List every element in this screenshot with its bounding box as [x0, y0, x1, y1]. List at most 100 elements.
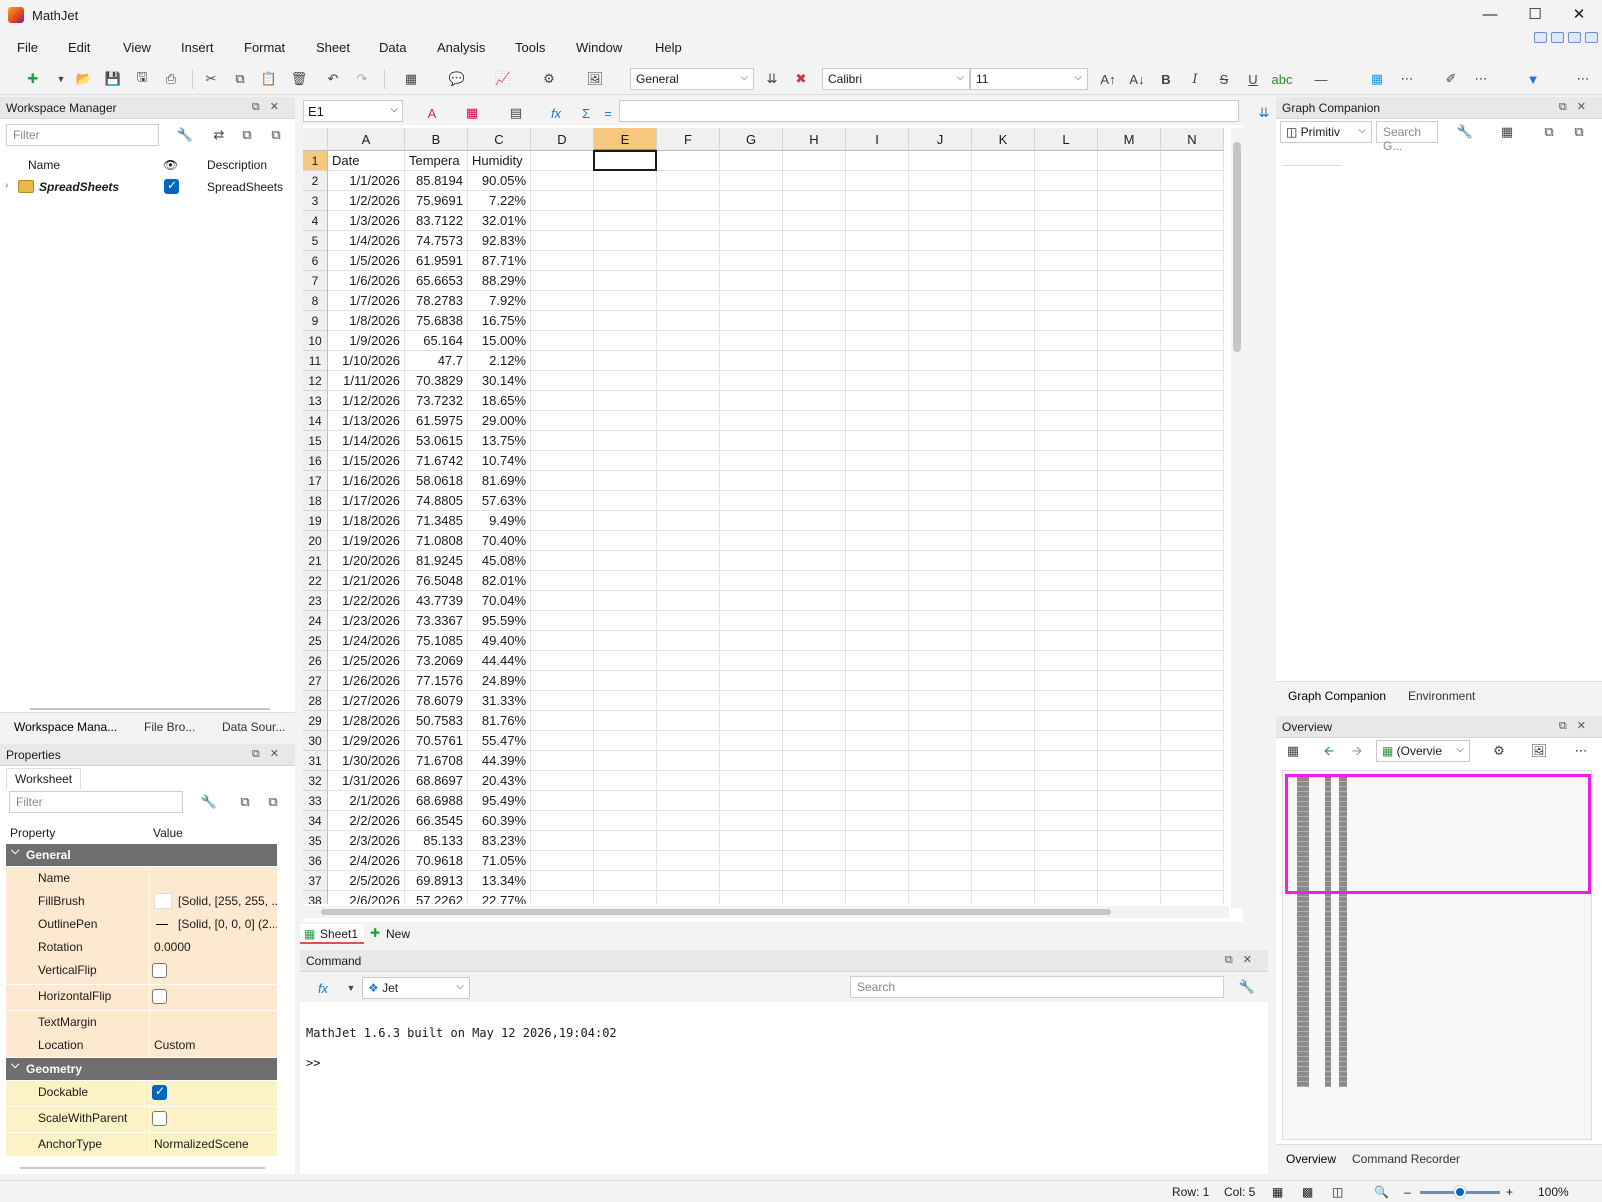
- cell[interactable]: 13.75%: [468, 431, 531, 451]
- cell[interactable]: 70.3829: [405, 371, 468, 391]
- cell[interactable]: 74.8805: [405, 491, 468, 511]
- column-header[interactable]: E: [594, 128, 657, 151]
- prop-horizontalflip[interactable]: HorizontalFlip: [6, 985, 277, 1010]
- expand-formula-icon[interactable]: ⇊: [1253, 103, 1275, 123]
- row-header[interactable]: 12: [303, 371, 328, 391]
- cell[interactable]: 1/31/2026: [328, 771, 405, 791]
- group-general[interactable]: General: [6, 844, 277, 866]
- column-header[interactable]: B: [405, 128, 468, 151]
- row-header[interactable]: 35: [303, 831, 328, 851]
- row-header[interactable]: 30: [303, 731, 328, 751]
- cell[interactable]: 30.14%: [468, 371, 531, 391]
- cell[interactable]: 31.33%: [468, 691, 531, 711]
- cell[interactable]: 65.164: [405, 331, 468, 351]
- row-header[interactable]: 37: [303, 871, 328, 891]
- command-prompt[interactable]: >>: [306, 1056, 320, 1070]
- panel-buttons[interactable]: ⧉✕: [1559, 719, 1596, 733]
- cell[interactable]: 2/1/2026: [328, 791, 405, 811]
- cell[interactable]: 1/9/2026: [328, 331, 405, 351]
- tab-overview[interactable]: Overview: [1286, 1152, 1336, 1166]
- cell[interactable]: 85.133: [405, 831, 468, 851]
- graph-search-input[interactable]: Search G...: [1376, 121, 1438, 153]
- bold-icon[interactable]: B: [1155, 69, 1177, 89]
- maximize-button[interactable]: ☐: [1512, 0, 1558, 30]
- cell[interactable]: 70.5761: [405, 731, 468, 751]
- cell[interactable]: 9.49%: [468, 511, 531, 531]
- row-header[interactable]: 34: [303, 811, 328, 831]
- tab-graph-companion[interactable]: Graph Companion: [1288, 689, 1386, 703]
- cell[interactable]: 73.3367: [405, 611, 468, 631]
- cell[interactable]: 16.75%: [468, 311, 531, 331]
- collapse-icon[interactable]: ⧉: [238, 126, 256, 144]
- wrench-icon[interactable]: 🔧: [1456, 123, 1474, 141]
- row-header[interactable]: 18: [303, 491, 328, 511]
- table-icon[interactable]: ▦: [400, 69, 422, 89]
- new-dropdown-icon[interactable]: ▼: [50, 69, 72, 89]
- italic-icon[interactable]: I: [1184, 69, 1206, 89]
- cell[interactable]: 22.77%: [468, 891, 531, 904]
- decimal-icon[interactable]: ⇊: [761, 69, 783, 89]
- tab-command-recorder[interactable]: Command Recorder: [1352, 1152, 1460, 1166]
- more-icon[interactable]: ⋯: [1470, 69, 1492, 89]
- close-window-button[interactable]: ✕: [1556, 0, 1602, 30]
- cell[interactable]: 58.0618: [405, 471, 468, 491]
- cell[interactable]: 70.04%: [468, 591, 531, 611]
- cell[interactable]: 15.00%: [468, 331, 531, 351]
- row-header[interactable]: 24: [303, 611, 328, 631]
- row-header[interactable]: 15: [303, 431, 328, 451]
- row-header[interactable]: 23: [303, 591, 328, 611]
- cell[interactable]: 76.5048: [405, 571, 468, 591]
- wrench-icon[interactable]: 🔧: [1238, 978, 1256, 996]
- zoom-out-button[interactable]: –: [1404, 1185, 1411, 1199]
- row-header[interactable]: 16: [303, 451, 328, 471]
- row-header[interactable]: 21: [303, 551, 328, 571]
- underline-icon[interactable]: U: [1242, 69, 1264, 89]
- function-icon[interactable]: fx: [545, 103, 567, 123]
- cell[interactable]: 75.9691: [405, 191, 468, 211]
- menu-tools[interactable]: Tools: [515, 40, 545, 55]
- cell[interactable]: 65.6653: [405, 271, 468, 291]
- vertical-scrollbar[interactable]: [1231, 128, 1243, 908]
- cell[interactable]: 95.49%: [468, 791, 531, 811]
- save-icon[interactable]: 💾: [102, 69, 124, 89]
- cell[interactable]: 1/17/2026: [328, 491, 405, 511]
- prop-outlinepen[interactable]: ›OutlinePen[Solid, [0, 0, 0] (2...: [6, 913, 277, 936]
- cell[interactable]: 7.22%: [468, 191, 531, 211]
- zoom-in-button[interactable]: +: [1506, 1185, 1513, 1199]
- cell[interactable]: 1/22/2026: [328, 591, 405, 611]
- row-header[interactable]: 38: [303, 891, 328, 904]
- prop-location[interactable]: Location Custom: [6, 1034, 277, 1057]
- collapse-icon[interactable]: ⧉: [1540, 123, 1558, 141]
- number-format-select[interactable]: General ⌵: [630, 68, 754, 90]
- column-header[interactable]: K: [972, 128, 1035, 151]
- row-header[interactable]: 22: [303, 571, 328, 591]
- cell[interactable]: 71.05%: [468, 851, 531, 871]
- sync-icon[interactable]: ⇄: [210, 126, 228, 144]
- cell[interactable]: 87.71%: [468, 251, 531, 271]
- save-all-icon[interactable]: 🖫: [131, 69, 153, 89]
- cell[interactable]: 85.8194: [405, 171, 468, 191]
- cell[interactable]: 2/2/2026: [328, 811, 405, 831]
- cell[interactable]: 78.2783: [405, 291, 468, 311]
- overview-viewport-frame[interactable]: [1285, 774, 1591, 894]
- cell[interactable]: 1/3/2026: [328, 211, 405, 231]
- wrench-icon[interactable]: 🔧: [200, 793, 218, 811]
- tab-environment[interactable]: Environment: [1408, 689, 1475, 703]
- brush-icon[interactable]: ✐: [1440, 69, 1462, 89]
- row-header[interactable]: 4: [303, 211, 328, 231]
- tree-item-spreadsheets[interactable]: › SpreadSheets SpreadSheets: [0, 176, 295, 198]
- command-search-input[interactable]: Search: [850, 976, 1224, 998]
- verticalflip-checkbox[interactable]: [152, 963, 167, 978]
- cell[interactable]: 95.59%: [468, 611, 531, 631]
- overview-thumbnail[interactable]: [1282, 770, 1592, 1140]
- normal-view-icon[interactable]: ▦: [1272, 1185, 1283, 1199]
- expand-arrow-icon[interactable]: ›: [5, 180, 8, 191]
- cell[interactable]: 7.92%: [468, 291, 531, 311]
- row-header[interactable]: 8: [303, 291, 328, 311]
- cell[interactable]: 81.69%: [468, 471, 531, 491]
- select-all-corner[interactable]: [303, 128, 328, 151]
- cell[interactable]: 1/2/2026: [328, 191, 405, 211]
- redo-icon[interactable]: ↷: [351, 69, 373, 89]
- cell[interactable]: 78.6079: [405, 691, 468, 711]
- font-size-select[interactable]: 11 ⌵: [970, 68, 1088, 90]
